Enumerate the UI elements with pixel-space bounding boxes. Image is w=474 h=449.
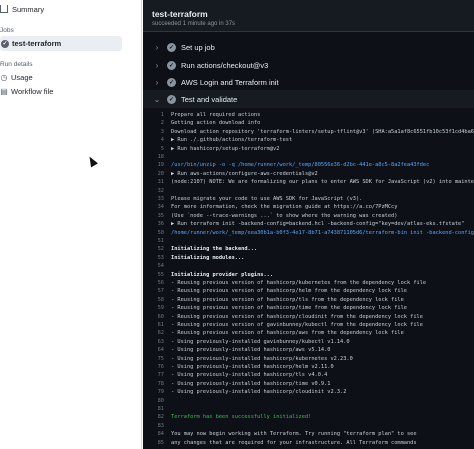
log-line: 31 (node:2107) NOTE: We are formalizing o…: [143, 179, 474, 188]
log-line-text: (node:2107) NOTE: We are formalizing our…: [171, 179, 474, 186]
log-line-number[interactable]: 85: [143, 440, 171, 449]
mouse-cursor-icon: [86, 154, 98, 168]
step-set-up-job[interactable]: › ✓ Set up job: [143, 38, 474, 56]
workflow-file-link[interactable]: ▤ Workflow file: [0, 87, 53, 96]
step-aws-login[interactable]: › ✓ AWS Login and Terraform init: [143, 73, 474, 91]
step-test-and-validate[interactable]: ⌄ ✓ Test and validate: [143, 90, 474, 108]
chevron-right-icon: ›: [155, 60, 159, 70]
job-status: succeeded 1 minute ago in 37s: [152, 21, 236, 27]
check-circle-icon: ✓: [167, 94, 176, 104]
usage-link[interactable]: ◷ Usage: [0, 73, 33, 82]
step-checkout[interactable]: › ✓ Run actions/checkout@v3: [143, 56, 474, 74]
log-line-text: Terraform has been successfully initiali…: [171, 414, 312, 421]
workflow-label: Workflow file: [11, 87, 54, 96]
log-line: 85 any changes that are required for your…: [143, 440, 417, 449]
step-label: Run actions/checkout@v3: [181, 60, 269, 70]
step-label: Test and validate: [181, 94, 238, 104]
clock-icon: ◷: [0, 73, 8, 82]
log-line-text: - Using previously-installed hashicorp/c…: [171, 389, 347, 396]
step-label: Set up job: [181, 42, 215, 52]
job-header: test-terraform succeeded 1 minute ago in…: [143, 0, 474, 32]
summary-link[interactable]: Summary: [0, 2, 44, 16]
file-icon: ▤: [0, 87, 8, 96]
sidebar: Summary Jobs ✓ test-terraform Run detail…: [0, 0, 142, 449]
run-details-heading: Run details: [0, 61, 33, 68]
job-log-panel: test-terraform succeeded 1 minute ago in…: [143, 0, 474, 449]
log-line-text: ▶ Run hashicorp/setup-terraform@v2: [171, 145, 280, 152]
log-line-text: Initializing modules...: [171, 254, 245, 261]
check-circle-icon: ✓: [1, 39, 9, 48]
chevron-right-icon: ›: [155, 77, 159, 87]
chevron-right-icon: ›: [155, 42, 159, 52]
check-circle-icon: ✓: [167, 60, 176, 70]
sidebar-job-test-terraform[interactable]: ✓ test-terraform: [0, 36, 122, 51]
log-line-text: any changes that are required for your i…: [171, 439, 417, 446]
job-label: test-terraform: [12, 39, 62, 48]
check-circle-icon: ✓: [167, 42, 176, 52]
summary-label: Summary: [12, 4, 45, 14]
home-icon: [0, 5, 8, 13]
log-line-text: /home/runner/work/_temp/eea30b1a-b0f3-4e…: [171, 229, 474, 236]
jobs-heading: Jobs: [0, 27, 14, 34]
check-circle-icon: ✓: [167, 77, 176, 87]
step-label: AWS Login and Terraform init: [181, 77, 279, 87]
log-line: 50/home/runner/work/_temp/eea30b1a-b0f3-…: [143, 230, 474, 239]
chevron-down-icon: ⌄: [153, 94, 161, 104]
log-line: 79- Using previously-installed hashicorp…: [143, 389, 347, 398]
usage-label: Usage: [11, 73, 33, 82]
job-title: test-terraform: [152, 9, 208, 19]
